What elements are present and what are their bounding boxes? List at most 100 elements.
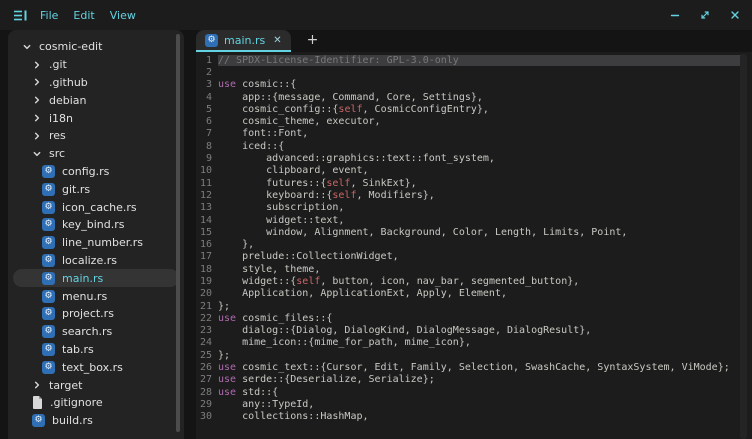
line-number: 7	[198, 128, 212, 139]
rust-file-icon: ⚙	[42, 307, 55, 320]
tree-file-config.rs[interactable]: ⚙config.rs	[13, 163, 179, 181]
code-line[interactable]: 23 dialog::{Dialog, DialogKind, DialogMe…	[198, 325, 742, 337]
menu-edit[interactable]: Edit	[73, 9, 94, 22]
rust-file-icon: ⚙	[42, 325, 55, 338]
tree-item-label: res	[49, 129, 66, 142]
code-line[interactable]: 29 any::TypeId,	[198, 398, 742, 410]
tree-file-project.rs[interactable]: ⚙ project.rs	[13, 305, 179, 323]
tree-folder-target[interactable]: target	[13, 376, 179, 394]
code-line[interactable]: 15 window, Alignment, Background, Color,…	[198, 226, 742, 238]
tree-file-main.rs[interactable]: ⚙main.rs	[13, 269, 179, 287]
code-line[interactable]: 30 collections::HashMap,	[198, 411, 742, 423]
line-content: use std::{	[218, 387, 742, 398]
tree-item-label: target	[49, 379, 82, 392]
code-line[interactable]: 21};	[198, 300, 742, 312]
line-number: 11	[198, 178, 212, 189]
code-line[interactable]: 2	[198, 66, 742, 78]
code-line[interactable]: 8 iced::{	[198, 140, 742, 152]
tree-file-git.rs[interactable]: ⚙git.rs	[13, 180, 179, 198]
maximize-button[interactable]	[698, 8, 712, 22]
tree-file-menu.rs[interactable]: ⚙ menu.rs	[13, 287, 179, 305]
code-line[interactable]: 10 clipboard, event,	[198, 165, 742, 177]
tree-item-label: cosmic-edit	[39, 40, 102, 53]
code-line[interactable]: 13 subscription,	[198, 202, 742, 214]
line-number: 24	[198, 337, 212, 348]
code-line[interactable]: 28 use std::{	[198, 386, 742, 398]
editor-scrollbar[interactable]	[740, 54, 747, 439]
line-number: 25	[198, 350, 212, 361]
tree-folder-res[interactable]: res	[13, 127, 179, 145]
line-content: app::{message, Command, Core, Settings},	[218, 92, 742, 103]
tree-folder-cosmic-edit[interactable]: cosmic-edit	[13, 38, 179, 56]
toggle-sidebar-icon[interactable]	[12, 8, 28, 22]
rust-file-icon: ⚙	[42, 290, 55, 303]
close-button[interactable]	[728, 8, 742, 22]
code-line[interactable]: 9 advanced::graphics::text::font_system,	[198, 152, 742, 164]
code-line[interactable]: 26use cosmic_text::{Cursor, Edit, Family…	[198, 361, 742, 373]
code-line[interactable]: 24 mime_icon::{mime_for_path, mime_icon}…	[198, 337, 742, 349]
tree-folder-.github[interactable]: .github	[13, 74, 179, 92]
code-line[interactable]: 4 app::{message, Command, Core, Settings…	[198, 91, 742, 103]
editor-pane: ⚙ main.rs ✕ + 1// SPDX-License-Identifie…	[196, 30, 752, 439]
code-line[interactable]: 20 Application, ApplicationExt, Apply, E…	[198, 288, 742, 300]
minimize-button[interactable]	[668, 8, 682, 22]
line-number: 28	[198, 387, 212, 398]
tree-file-.gitignore[interactable]: .gitignore	[13, 394, 179, 412]
code-line[interactable]: 18 style, theme,	[198, 263, 742, 275]
tree-item-label: git.rs	[62, 183, 90, 196]
code-line[interactable]: 1// SPDX-License-Identifier: GPL-3.0-onl…	[198, 54, 742, 66]
tree-item-label: project.rs	[62, 307, 114, 320]
tree-folder-debian[interactable]: debian	[13, 91, 179, 109]
code-lines: 1// SPDX-License-Identifier: GPL-3.0-onl…	[198, 54, 742, 423]
tab-close-icon[interactable]: ✕	[273, 35, 281, 46]
code-line[interactable]: 25};	[198, 349, 742, 361]
line-content: dialog::{Dialog, DialogKind, DialogMessa…	[218, 325, 742, 336]
code-line[interactable]: 14 widget::text,	[198, 214, 742, 226]
code-line[interactable]: 5 cosmic_config::{self, CosmicConfigEntr…	[198, 103, 742, 115]
tree-file-text_box.rs[interactable]: ⚙text_box.rs	[13, 358, 179, 376]
menu-file[interactable]: File	[40, 9, 58, 22]
tree-item-label: src	[49, 147, 65, 160]
chevron-right-icon	[32, 77, 42, 87]
tree-file-search.rs[interactable]: ⚙ search.rs	[13, 323, 179, 341]
tree-file-build.rs[interactable]: ⚙build.rs	[13, 412, 179, 430]
code-line[interactable]: 22use cosmic_files::{	[198, 312, 742, 324]
tree-file-localize.rs[interactable]: ⚙localize.rs	[13, 252, 179, 270]
code-line[interactable]: 17 prelude::CollectionWidget,	[198, 251, 742, 263]
new-tab-button[interactable]: +	[307, 30, 319, 52]
tree-item-label: menu.rs	[62, 290, 107, 303]
line-number: 16	[198, 239, 212, 250]
tree-folder-.git[interactable]: .git	[13, 56, 179, 74]
tree-folder-src[interactable]: src	[13, 145, 179, 163]
menu-view[interactable]: View	[110, 9, 136, 22]
sidebar-scrollbar[interactable]	[176, 34, 180, 432]
rust-file-icon: ⚙	[42, 272, 55, 285]
code-line[interactable]: 11 futures::{self, SinkExt},	[198, 177, 742, 189]
code-line[interactable]: 6 cosmic_theme, executor,	[198, 115, 742, 127]
code-line[interactable]: 7 font::Font,	[198, 128, 742, 140]
tree-file-tab.rs[interactable]: ⚙tab.rs	[13, 341, 179, 359]
line-content: collections::HashMap,	[218, 411, 742, 422]
code-line[interactable]: 16 },	[198, 238, 742, 250]
tree-item-label: search.rs	[62, 325, 112, 338]
tree-file-line_number.rs[interactable]: ⚙line_number.rs	[13, 234, 179, 252]
line-number: 8	[198, 141, 212, 152]
line-content: prelude::CollectionWidget,	[218, 251, 742, 262]
line-number: 20	[198, 288, 212, 299]
code-line[interactable]: 27use serde::{Deserialize, Serialize};	[198, 374, 742, 386]
code-line[interactable]: 19 widget::{self, button, icon, nav_bar,…	[198, 275, 742, 287]
tree-folder-i18n[interactable]: i18n	[13, 109, 179, 127]
rust-file-icon: ⚙	[42, 254, 55, 267]
line-number: 10	[198, 165, 212, 176]
tree-file-icon_cache.rs[interactable]: ⚙icon_cache.rs	[13, 198, 179, 216]
editor[interactable]: 1// SPDX-License-Identifier: GPL-3.0-onl…	[196, 52, 752, 439]
chevron-down-icon	[32, 149, 42, 159]
tab-main-rs[interactable]: ⚙ main.rs ✕	[196, 30, 291, 52]
line-content: };	[218, 350, 742, 361]
tree-file-key_bind.rs[interactable]: ⚙key_bind.rs	[13, 216, 179, 234]
code-line[interactable]: 12 keyboard::{self, Modifiers},	[198, 189, 742, 201]
tree-item-label: tab.rs	[62, 343, 94, 356]
code-line[interactable]: 3use cosmic::{	[198, 79, 742, 91]
tree-item-label: .gitignore	[50, 396, 103, 409]
line-number: 1	[198, 55, 212, 66]
